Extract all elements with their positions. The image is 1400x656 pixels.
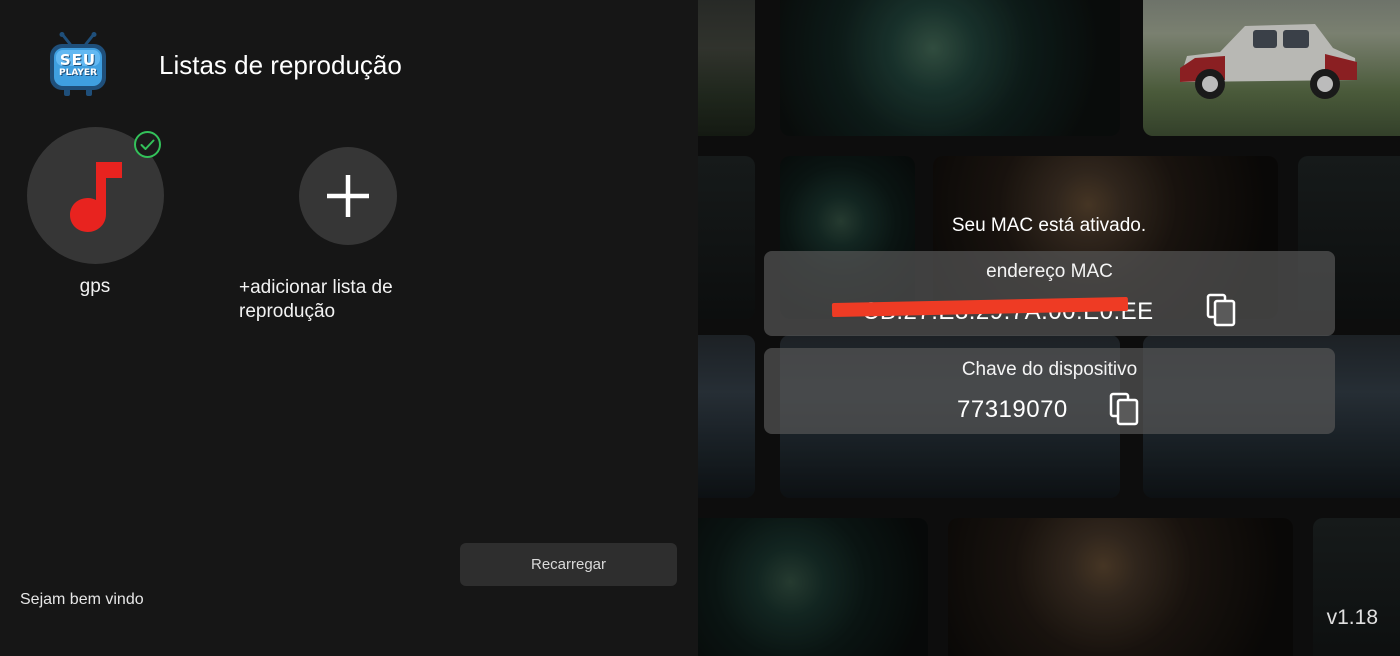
device-key-label: Chave do dispositivo [961,359,1138,380]
bg-tile-dark-1 [698,156,755,319]
mac-address-label: endereço MAC [986,261,1113,282]
bg-tile-dark-3 [1313,518,1400,656]
copy-mac-icon[interactable] [1206,293,1236,327]
bg-tile-car-1 [698,0,755,136]
app-version: v1.18 [1326,606,1378,629]
logo-text-top: SEU [59,51,97,69]
mac-address-card: endereço MAC CB:27:E3:29:7A:00:E0:EE [764,251,1335,336]
mac-status-text: Seu MAC está ativado. [951,215,1147,236]
copy-key-icon[interactable] [1109,392,1139,426]
add-playlist-label: +adicionar lista de reprodução [239,277,393,322]
bg-red-car-image [1180,24,1357,99]
music-note-icon [69,161,122,232]
selected-check-icon [134,131,161,158]
device-key-card: Chave do dispositivo 77319070 [764,348,1335,434]
welcome-text: Sejam bem vindo [20,591,144,608]
reload-button[interactable]: Recarregar [460,543,677,586]
bg-tile-car-3 [698,335,755,498]
logo-text-bottom: PLAYER [58,68,98,78]
plus-icon [327,175,369,217]
bg-tile-fireworks-1 [780,0,1120,136]
bg-tile-fireworks-4 [698,518,928,656]
playlists-panel: SEU PLAYER Listas de reprodução gps +adi… [0,0,698,656]
add-playlist-button[interactable] [299,147,397,245]
device-key-value: 77319070 [957,396,1068,423]
bg-tile-fireworks-5 [948,518,1293,656]
seu-player-logo: SEU PLAYER [48,32,108,98]
playlist-label-gps: gps [79,276,111,297]
page-title: Listas de reprodução [159,50,402,80]
